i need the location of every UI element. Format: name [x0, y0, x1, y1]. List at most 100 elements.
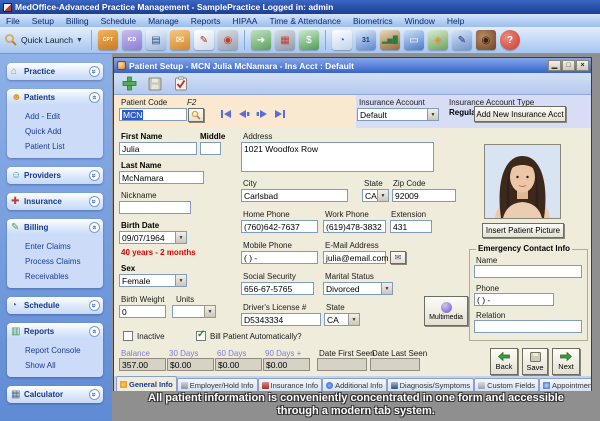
menu-billing[interactable]: Billing — [60, 16, 95, 26]
verify-patient-button[interactable] — [170, 74, 192, 93]
inactive-checkbox[interactable] — [123, 331, 133, 341]
sidebar-item-add-edit[interactable]: Add - Edit — [25, 109, 103, 124]
menu-reports[interactable]: Reports — [185, 16, 227, 26]
save-patient-button[interactable] — [144, 74, 166, 93]
charts-icon[interactable]: ▂▅█ — [380, 30, 400, 50]
first-record-button[interactable] — [220, 109, 232, 119]
menu-manage[interactable]: Manage — [142, 16, 185, 26]
tab-employer-hold-info[interactable]: Employer/Hold Info — [177, 378, 258, 391]
nickname-input[interactable] — [119, 201, 191, 214]
sidebar-item-show-all[interactable]: Show All — [25, 358, 103, 373]
emergency-name-input[interactable] — [474, 265, 582, 278]
quick-launch-caret-icon[interactable]: ▼ — [76, 37, 83, 44]
first-name-input[interactable]: Julia — [119, 142, 197, 155]
save-button[interactable]: Save — [522, 348, 548, 375]
minimize-button[interactable]: ▁ — [548, 60, 561, 71]
biometrics-icon[interactable]: ◉ — [476, 30, 496, 50]
tab-insurance-info[interactable]: Insurance Info — [258, 378, 323, 391]
send-email-button[interactable]: ✉ — [390, 251, 406, 264]
statements-icon[interactable]: $ — [299, 30, 319, 50]
work-phone-input[interactable]: (619)478-3832 — [323, 220, 386, 233]
state-select[interactable]: CA▼ — [362, 189, 389, 202]
insurance-account-select[interactable]: Default▼ — [357, 108, 439, 121]
menu-time-attendance[interactable]: Time & Attendance — [263, 16, 347, 26]
collapse-chevron-icon[interactable]: » — [89, 326, 100, 337]
extension-input[interactable]: 431 — [390, 220, 432, 233]
menu-biometrics[interactable]: Biometrics — [347, 16, 399, 26]
close-button[interactable]: × — [576, 60, 589, 71]
menu-setup[interactable]: Setup — [26, 16, 60, 26]
sidebar-item-process-claims[interactable]: Process Claims — [25, 254, 103, 269]
previous-record-button[interactable] — [238, 109, 250, 119]
menu-help[interactable]: Help — [441, 16, 470, 26]
last-name-input[interactable]: McNamara — [119, 171, 204, 184]
back-button[interactable]: Back — [490, 348, 518, 375]
sidebar-header-practice[interactable]: ⌂ Practice » — [7, 63, 103, 80]
multimedia-button[interactable]: Multimedia — [424, 296, 468, 326]
last-record-button[interactable] — [274, 109, 286, 119]
help-icon[interactable]: ? — [500, 30, 520, 50]
menu-schedule[interactable]: Schedule — [95, 16, 142, 26]
next-record-button[interactable] — [256, 109, 268, 119]
collapse-chevron-icon[interactable]: » — [89, 92, 100, 103]
sidebar-item-quick-add[interactable]: Quick Add — [25, 124, 103, 139]
zip-code-input[interactable]: 92009 — [392, 189, 456, 202]
search-icon[interactable] — [4, 33, 18, 47]
sidebar-item-patient-list[interactable]: Patient List — [25, 139, 103, 154]
sidebar-header-patients[interactable]: ☻ Patients » — [7, 89, 103, 106]
sidebar-header-schedule[interactable]: ◔ Schedule » — [7, 297, 103, 314]
email-input[interactable]: julia@email.com — [323, 251, 386, 264]
monitor-icon[interactable]: ▭ — [404, 30, 424, 50]
multimedia-camera-icon[interactable]: ◉ — [218, 30, 238, 50]
calendar-icon[interactable]: 31 — [356, 30, 376, 50]
sidebar-header-calculator[interactable]: ▦ Calculator » — [7, 386, 103, 403]
patient-information-icon[interactable]: ▤ — [146, 30, 166, 50]
expand-chevron-icon[interactable]: » — [89, 196, 100, 207]
birth-date-input[interactable]: 09/07/1964▼ — [119, 231, 187, 244]
sidebar-item-receivables[interactable]: Receivables — [25, 269, 103, 284]
tab-additional-info[interactable]: Additional Info — [322, 378, 387, 391]
charge-entry-icon[interactable]: ✎ — [194, 30, 214, 50]
home-phone-input[interactable]: (760)642-7637 — [241, 220, 318, 233]
sidebar-header-providers[interactable]: ☺ Providers » — [7, 167, 103, 184]
quick-launch-label[interactable]: Quick Launch — [21, 35, 73, 45]
sidebar-header-billing[interactable]: ✎ Billing » — [7, 219, 103, 236]
signature-icon[interactable]: ✎ — [452, 30, 472, 50]
maximize-button[interactable]: □ — [562, 60, 575, 71]
menu-file[interactable]: File — [0, 16, 26, 26]
sidebar-header-insurance[interactable]: ✚ Insurance » — [7, 193, 103, 210]
social-security-input[interactable]: 656-67-5765 — [241, 282, 314, 295]
tab-custom-fields[interactable]: Custom Fields — [474, 378, 539, 391]
add-patient-button[interactable] — [118, 74, 140, 93]
insert-patient-picture-button[interactable]: Insert Patient Picture — [482, 223, 564, 238]
sidebar-item-enter-claims[interactable]: Enter Claims — [25, 239, 103, 254]
icd-codes-icon[interactable]: ICD — [122, 30, 142, 50]
patient-search-button[interactable] — [188, 108, 204, 122]
cpt-codes-icon[interactable]: CPT — [98, 30, 118, 50]
menu-window[interactable]: Window — [399, 16, 441, 26]
tab-appointments[interactable]: Appointments — [539, 378, 591, 391]
add-new-insurance-button[interactable]: Add New Insurance Acct — [474, 106, 566, 122]
report-scheduler-icon[interactable]: ◔ — [332, 30, 352, 50]
patient-referral-icon[interactable]: ➔ — [251, 30, 271, 50]
license-state-select[interactable]: CA▼ — [324, 313, 360, 326]
network-users-icon[interactable]: ◈ — [428, 30, 448, 50]
emergency-phone-input[interactable]: ( ) - — [474, 293, 554, 306]
collapse-chevron-icon[interactable]: » — [89, 222, 100, 233]
address-input[interactable]: 1021 Woodfox Row — [241, 142, 434, 172]
tab-diagnosis-symptoms[interactable]: Diagnosis/Symptoms — [387, 378, 474, 391]
sidebar-item-report-console[interactable]: Report Console — [25, 343, 103, 358]
sidebar-header-reports[interactable]: ▥ Reports » — [7, 323, 103, 340]
marital-status-select[interactable]: Divorced▼ — [323, 282, 393, 295]
units-select[interactable]: ▼ — [172, 305, 216, 318]
drivers-license-input[interactable]: D5343334 — [241, 313, 321, 326]
workstation-billing-icon[interactable]: ▦ — [275, 30, 295, 50]
expand-chevron-icon[interactable]: » — [89, 300, 100, 311]
next-button[interactable]: Next — [552, 348, 580, 375]
expand-chevron-icon[interactable]: » — [89, 389, 100, 400]
tab-general-info[interactable]: General Info — [116, 376, 177, 391]
menu-hipaa[interactable]: HIPAA — [227, 16, 264, 26]
mobile-phone-input[interactable]: ( ) - — [241, 251, 318, 264]
city-input[interactable]: Carlsbad — [241, 189, 348, 202]
expand-chevron-icon[interactable]: » — [89, 66, 100, 77]
